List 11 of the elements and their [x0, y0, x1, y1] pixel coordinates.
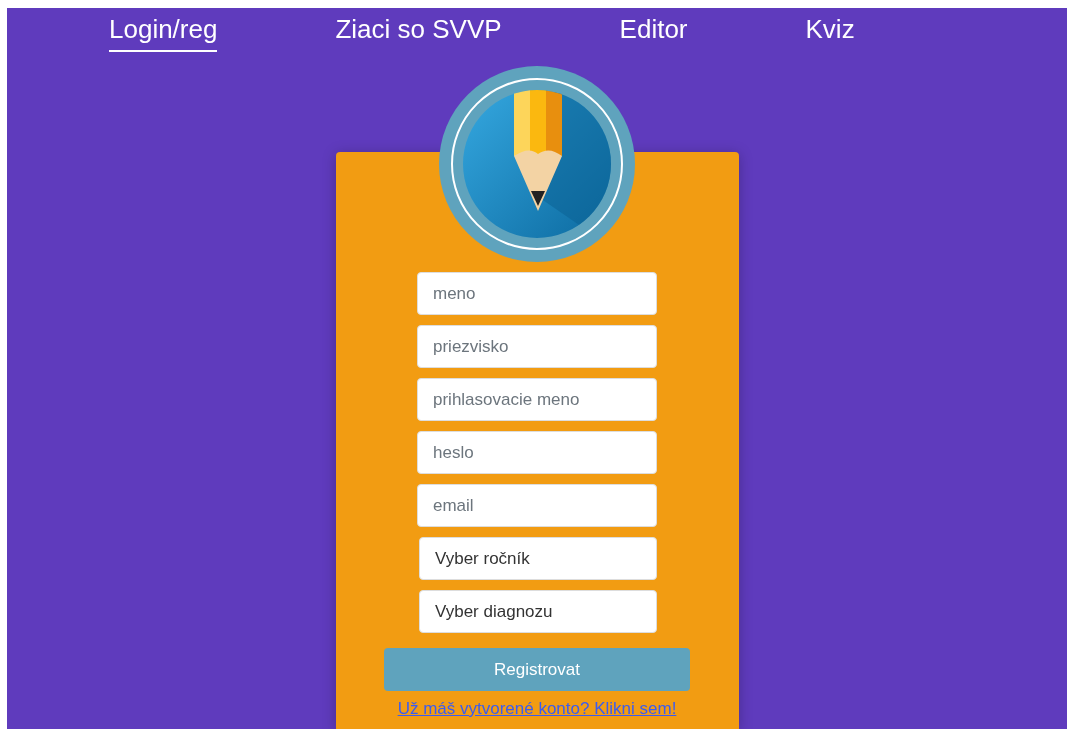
select-field[interactable]: Vyber ročník	[419, 537, 657, 580]
nav-link[interactable]: Kviz	[805, 14, 855, 52]
input-field[interactable]: priezvisko	[417, 325, 657, 368]
nav-link[interactable]: Ziaci so SVVP	[335, 14, 502, 52]
input-field[interactable]: prihlasovacie meno	[417, 378, 657, 421]
nav-link[interactable]: Login/reg	[109, 14, 218, 52]
select-field[interactable]: Vyber diagnozu	[419, 590, 657, 633]
input-field[interactable]: meno	[417, 272, 657, 315]
input-field[interactable]: email	[417, 484, 657, 527]
nav-link[interactable]: Editor	[619, 14, 688, 52]
input-field[interactable]: heslo	[417, 431, 657, 474]
